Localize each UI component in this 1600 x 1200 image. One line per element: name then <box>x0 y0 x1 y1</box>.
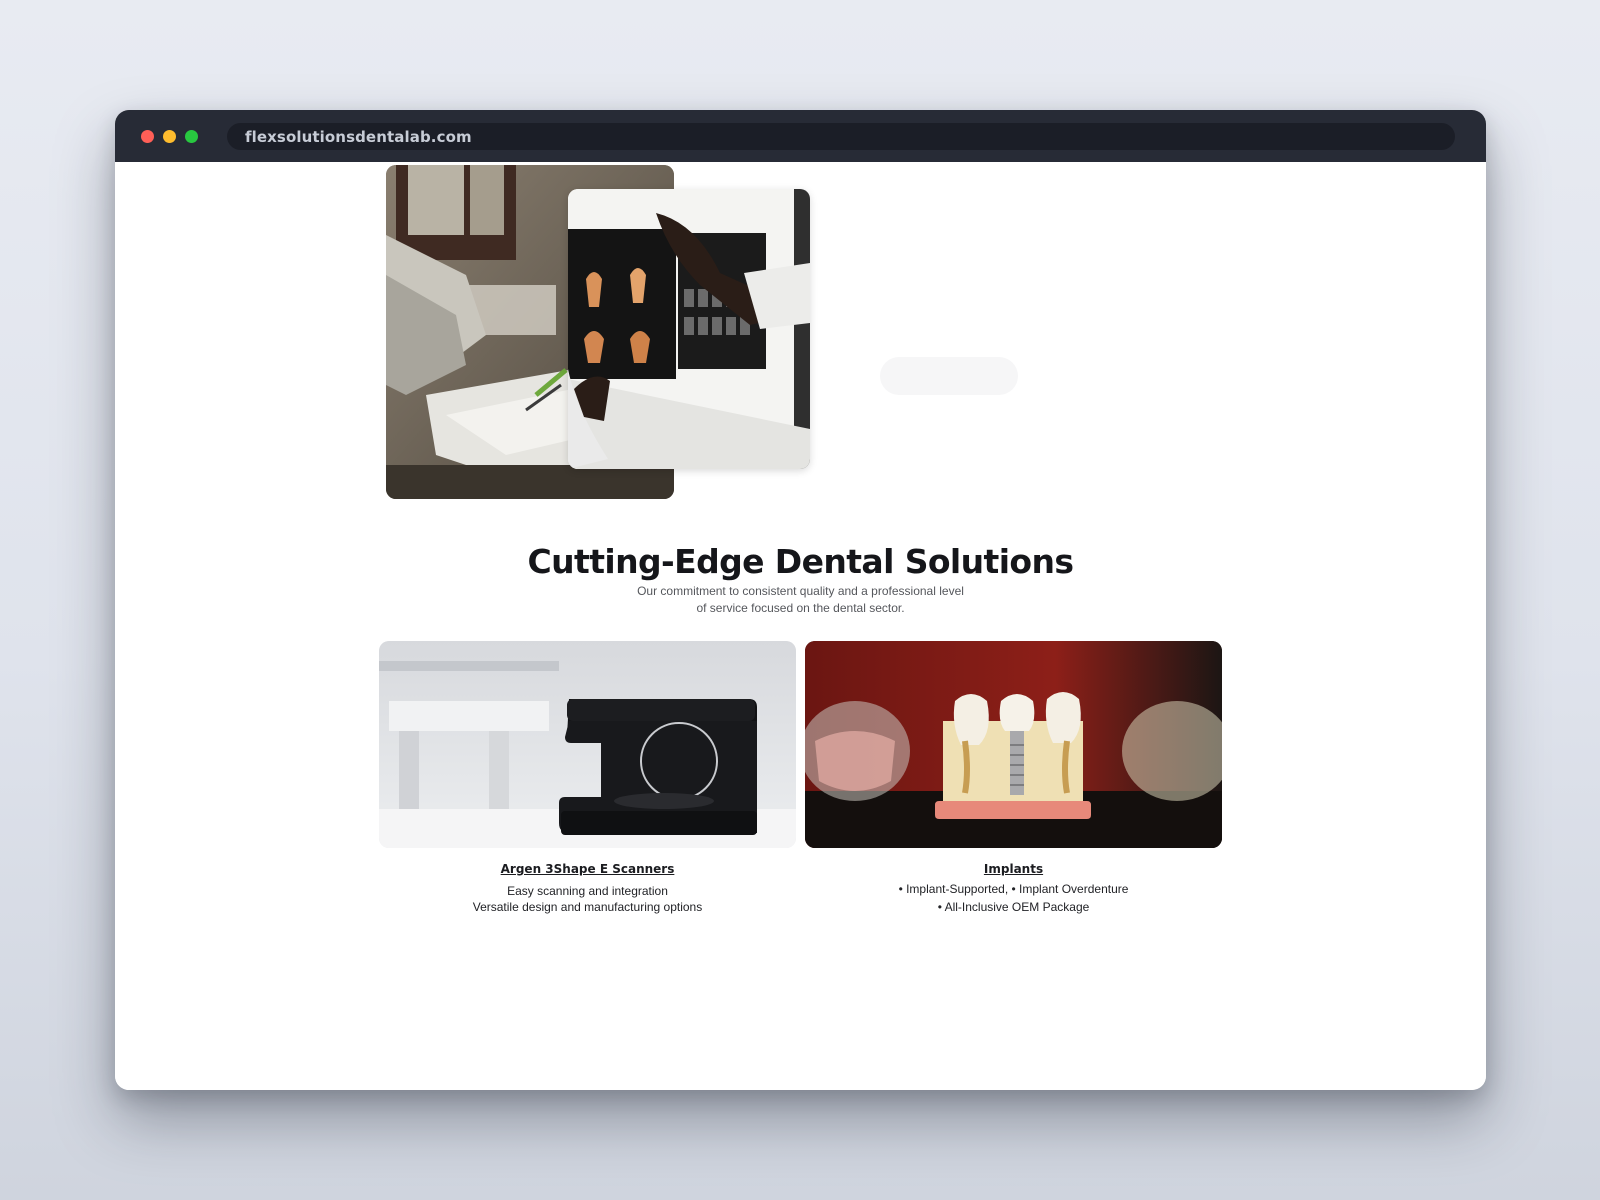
browser-titlebar: flexsolutionsdentalab.com <box>115 110 1486 162</box>
scanner-card-title[interactable]: Argen 3Shape E Scanners <box>379 862 796 876</box>
maximize-window-button[interactable] <box>185 130 198 143</box>
implants-card-line-2: • All-Inclusive OEM Package <box>937 900 1090 914</box>
scanner-card-line-1: Easy scanning and integration <box>507 884 668 898</box>
browser-window: flexsolutionsdentalab.com Cutting-Edge D… <box>115 110 1486 1090</box>
scanner-card-description: Easy scanning and integration Versatile … <box>379 883 796 915</box>
scanner-card-line-2: Versatile design and manufacturing optio… <box>472 900 703 914</box>
address-bar[interactable]: flexsolutionsdentalab.com <box>227 123 1455 150</box>
hero-button[interactable] <box>880 357 1018 395</box>
minimize-window-button[interactable] <box>163 130 176 143</box>
implants-card-image[interactable] <box>805 641 1222 848</box>
section-subtitle-line-2: of service focused on the dental sector. <box>696 601 905 615</box>
page-content: Cutting-Edge Dental Solutions Our commit… <box>115 162 1486 1090</box>
implants-card-description: • Implant-Supported, • Implant Overdentu… <box>805 880 1222 916</box>
x-ray-review-photo <box>568 189 810 469</box>
implants-card-line-1: • Implant-Supported, • Implant Overdentu… <box>898 882 1129 896</box>
scanner-card-image[interactable] <box>379 641 796 848</box>
section-subtitle: Our commitment to consistent quality and… <box>115 583 1486 617</box>
close-window-button[interactable] <box>141 130 154 143</box>
section-subtitle-line-1: Our commitment to consistent quality and… <box>637 584 964 598</box>
section-title: Cutting-Edge Dental Solutions <box>527 542 1074 581</box>
implants-card-title[interactable]: Implants <box>805 862 1222 876</box>
url-text: flexsolutionsdentalab.com <box>245 128 472 146</box>
